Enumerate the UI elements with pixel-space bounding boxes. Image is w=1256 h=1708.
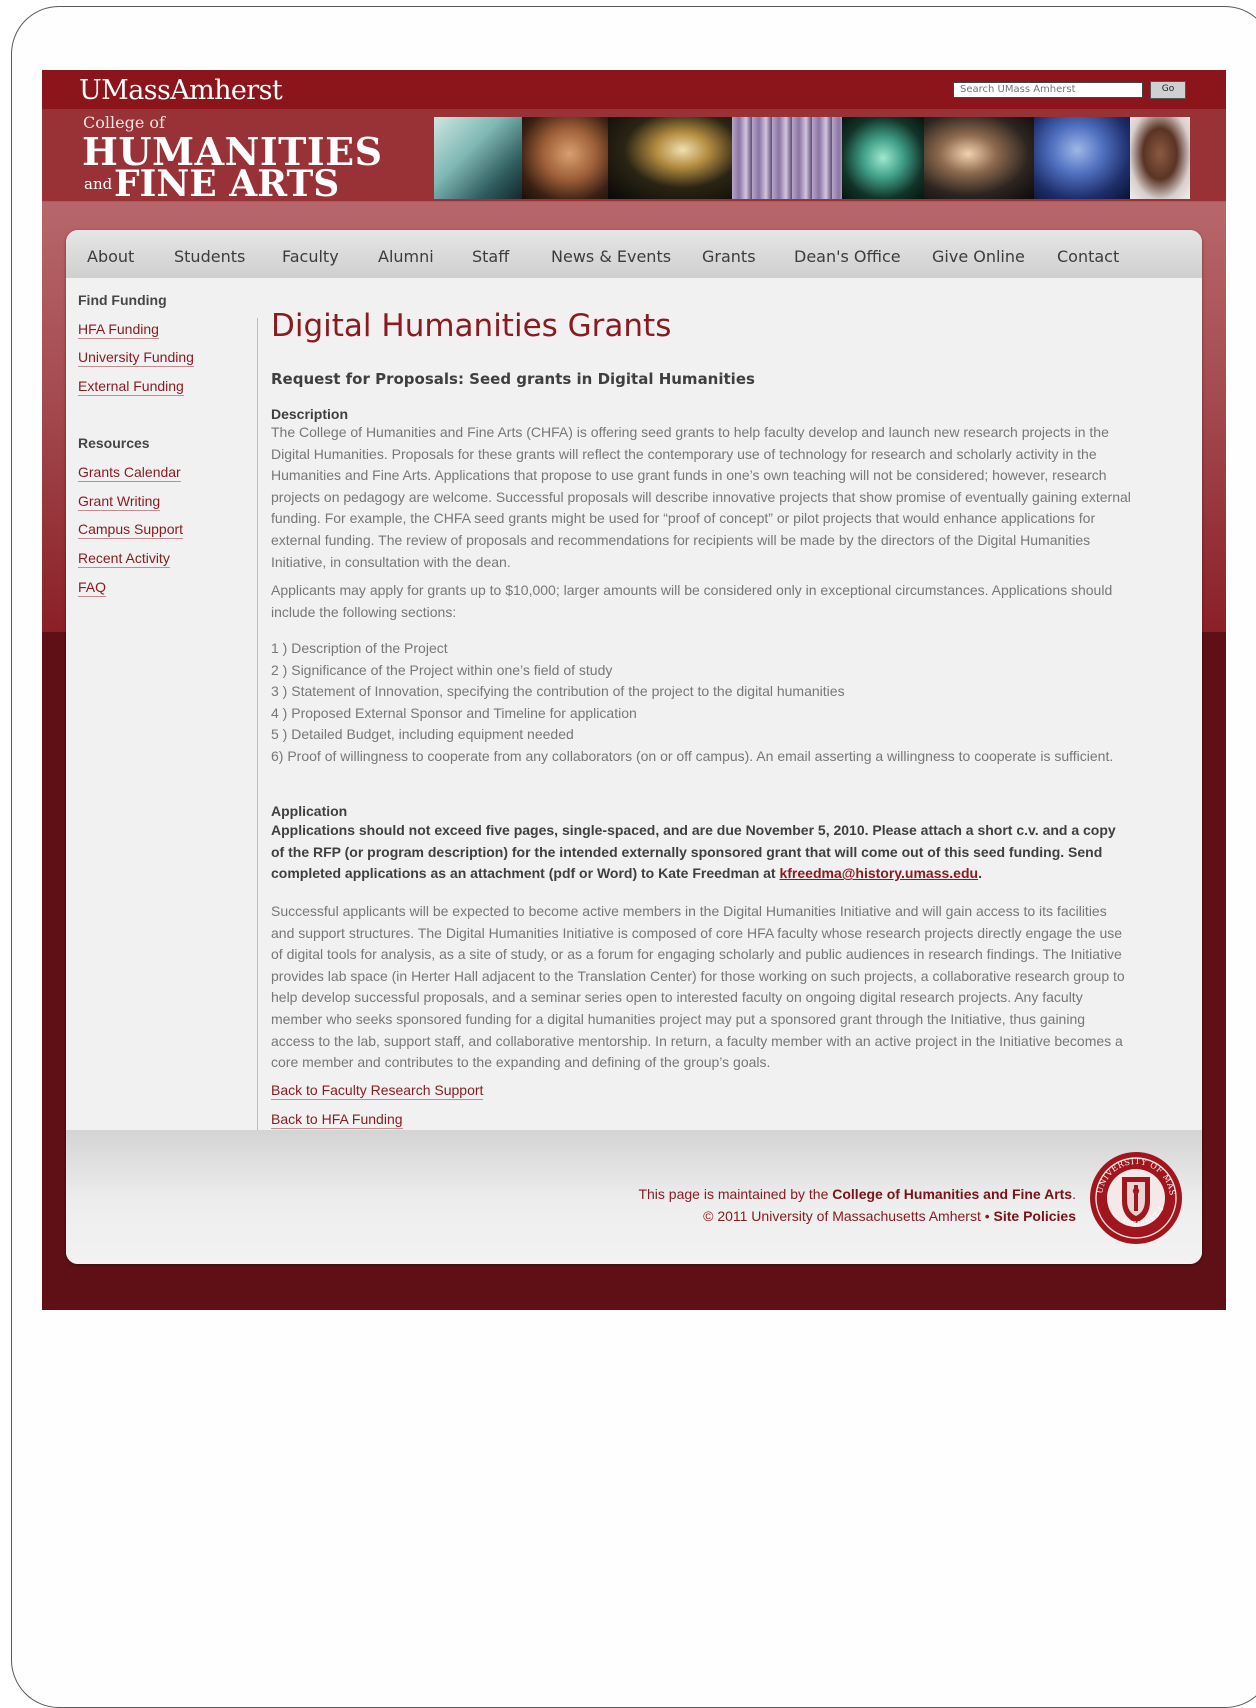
footer-site-policies-link[interactable]: Site Policies (994, 1208, 1076, 1224)
list-item: 3 ) Statement of Innovation, specifying … (271, 683, 845, 700)
sidebar-link-external-funding[interactable]: External Funding (78, 378, 184, 396)
university-seal-icon: UNIVERSITY OF MASSACHUSETTS AMHERST 1863 (1089, 1151, 1182, 1244)
nav-grants[interactable]: Grants (702, 247, 756, 266)
closing-paragraph: Successful applicants will be expected t… (271, 903, 1125, 1071)
college-header: College of HUMANITIES and FINE ARTS (42, 109, 1226, 205)
sidebar-heading-resources: Resources (78, 435, 150, 451)
sidebar-link-hfa-funding[interactable]: HFA Funding (78, 321, 159, 339)
application-heading: Application (271, 803, 348, 819)
footer-college-link[interactable]: College of Humanities and Fine Arts (832, 1186, 1072, 1202)
description-paragraph: The College of Humanities and Fine Arts … (271, 424, 1131, 570)
application-end: . (978, 865, 982, 882)
nav-alumni[interactable]: Alumni (378, 247, 434, 266)
description-heading: Description (271, 406, 349, 422)
list-item: 4 ) Proposed External Sponsor and Timeli… (271, 704, 637, 721)
footer-copyright: © 2011 University of Massachusetts Amher… (703, 1207, 994, 1224)
photo-dancer (522, 117, 608, 199)
sidebar-link-grants-calendar[interactable]: Grants Calendar (78, 464, 181, 482)
search-go-button[interactable]: Go (1150, 81, 1186, 99)
footer-copyright-line: © 2011 University of Massachusetts Amher… (638, 1206, 1076, 1228)
footer-maintained-line: This page is maintained by the College o… (638, 1184, 1076, 1206)
search-input[interactable] (953, 82, 1143, 98)
rfp-subtitle: Request for Proposals: Seed grants in Di… (271, 370, 755, 388)
photo-violinist (608, 117, 732, 199)
umass-logo[interactable]: UMassAmherst (79, 75, 283, 106)
sidebar-link-campus-support[interactable]: Campus Support (78, 521, 184, 539)
list-item: 5 ) Detailed Budget, including equipment… (271, 726, 574, 743)
back-to-faculty-research-link[interactable]: Back to Faculty Research Support (271, 1082, 484, 1100)
web-page: UMassAmherst Go College of HUMANITIES an… (42, 70, 1226, 1310)
footer-text: This page is maintained by the College o… (638, 1184, 1076, 1227)
sidebar-heading-find-funding: Find Funding (78, 292, 167, 308)
main-nav: About Students Faculty Alumni Staff News… (66, 230, 1202, 278)
top-bar: UMassAmherst Go (42, 70, 1226, 109)
sidebar-link-recent-activity[interactable]: Recent Activity (78, 550, 170, 568)
nav-students[interactable]: Students (174, 247, 245, 266)
footer-period: . (1072, 1186, 1076, 1202)
content-panel: About Students Faculty Alumni Staff News… (66, 230, 1202, 1264)
photo-saxophonist (924, 117, 1034, 199)
page-title: Digital Humanities Grants (271, 308, 672, 344)
application-paragraph: Applications should not exceed five page… (271, 820, 1131, 885)
list-item: 1 ) Description of the Project (271, 640, 448, 656)
fine-arts-wordmark[interactable]: FINE ARTS (114, 163, 339, 205)
nav-staff[interactable]: Staff (472, 247, 509, 266)
photo-group (732, 117, 842, 199)
application-text: Applications should not exceed five page… (271, 822, 1116, 882)
photo-banner (434, 117, 1190, 199)
list-item: 2 ) Significance of the Project within o… (271, 661, 613, 678)
list-item: 6) Proof of willingness to cooperate fro… (271, 747, 1114, 764)
photo-sculpture (1034, 117, 1130, 199)
required-sections-list: 1 ) Description of the Project 2 ) Signi… (271, 638, 1131, 768)
nav-news-events[interactable]: News & Events (551, 247, 671, 266)
nav-about[interactable]: About (87, 247, 134, 266)
nav-deans-office[interactable]: Dean's Office (794, 247, 901, 266)
application-email-link[interactable]: kfreedma@history.umass.edu (779, 865, 978, 881)
footer-maintained-prefix: This page is maintained by the (638, 1186, 833, 1202)
back-to-hfa-funding-link[interactable]: Back to HFA Funding (271, 1111, 403, 1129)
sidebar-link-grant-writing[interactable]: Grant Writing (78, 493, 161, 511)
nav-contact[interactable]: Contact (1057, 247, 1119, 266)
nav-give-online[interactable]: Give Online (932, 247, 1025, 266)
photo-dancer-green (842, 117, 924, 199)
sidebar-link-university-funding[interactable]: University Funding (78, 349, 194, 367)
sidebar-link-faq[interactable]: FAQ (78, 579, 107, 597)
footer: This page is maintained by the College o… (66, 1130, 1202, 1264)
nav-faculty[interactable]: Faculty (282, 247, 339, 266)
amount-paragraph: Applicants may apply for grants up to $1… (271, 582, 1113, 620)
and-wordmark: and (84, 175, 113, 193)
photo-portrait (1130, 117, 1190, 199)
photo-woman-window (434, 117, 522, 199)
column-divider (257, 318, 258, 1132)
